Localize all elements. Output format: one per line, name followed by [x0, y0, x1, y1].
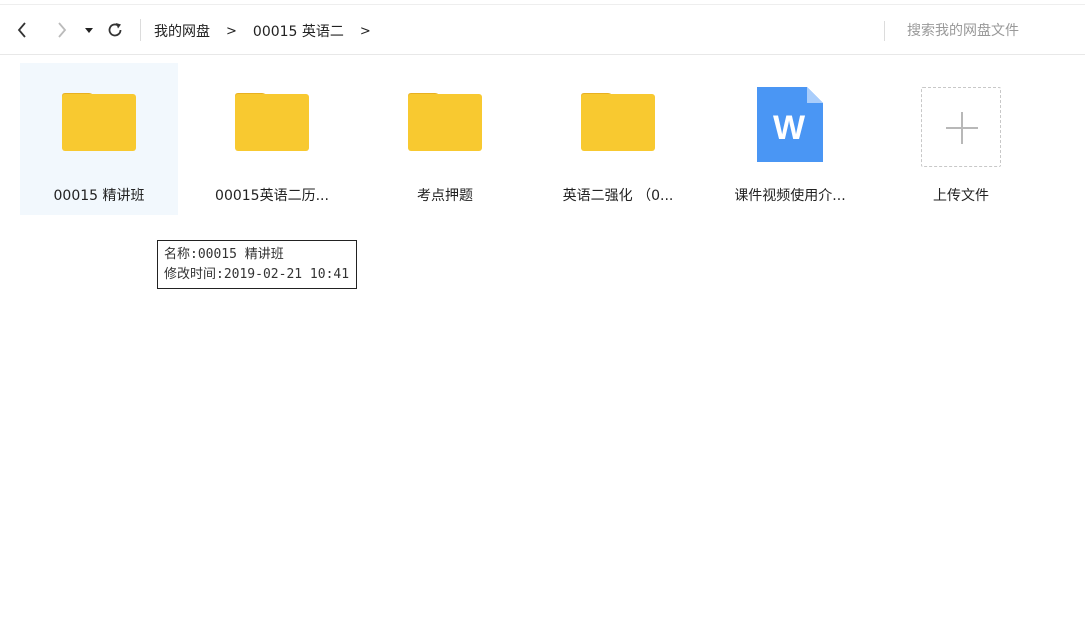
item-tooltip: 名称:00015 精讲班 修改时间:2019-02-21 10:41 — [157, 240, 357, 289]
toolbar: 我的网盘 > 00015 英语二 > — [0, 4, 1085, 55]
item-label: 英语二强化 （0... — [562, 188, 674, 204]
tooltip-modified-time: 修改时间:2019-02-21 10:41 — [164, 267, 350, 282]
plus-icon — [921, 87, 1001, 167]
word-doc-icon: W — [757, 87, 823, 162]
folder-icon-wrap — [193, 87, 351, 163]
item-label: 00015 精讲班 — [53, 188, 145, 204]
upload-file-button[interactable]: 上传文件 — [882, 63, 1040, 215]
grid-item-folder[interactable]: 00015 精讲班 — [20, 63, 178, 215]
breadcrumb-item-root[interactable]: 我的网盘 — [154, 21, 210, 41]
search-divider — [884, 21, 885, 41]
grid-item-word-doc[interactable]: W 课件视频使用介... — [711, 63, 869, 215]
item-label: 考点押题 — [417, 188, 473, 204]
item-label: 课件视频使用介... — [734, 188, 846, 204]
grid-item-folder[interactable]: 考点押题 — [366, 63, 524, 215]
refresh-icon — [108, 23, 122, 37]
search-input[interactable] — [895, 19, 1075, 43]
upload-icon-wrap — [882, 87, 1040, 167]
word-badge: W — [773, 109, 806, 147]
history-dropdown-button[interactable] — [82, 17, 96, 43]
folder-icon-wrap — [539, 87, 697, 163]
folder-icon — [62, 93, 136, 151]
forward-button[interactable] — [50, 17, 74, 43]
grid-item-folder[interactable]: 英语二强化 （0... — [539, 63, 697, 215]
folder-icon — [408, 93, 482, 151]
item-label: 上传文件 — [933, 188, 989, 204]
grid-item-folder[interactable]: 00015英语二历... — [193, 63, 351, 215]
refresh-button[interactable] — [103, 17, 127, 43]
back-button[interactable] — [10, 17, 34, 43]
caret-down-icon — [85, 28, 93, 33]
folder-icon-wrap — [366, 87, 524, 163]
breadcrumb: 我的网盘 > 00015 英语二 > — [154, 20, 387, 42]
folder-icon-wrap — [20, 87, 178, 163]
breadcrumb-separator: > — [359, 23, 371, 39]
folder-icon — [235, 93, 309, 151]
word-icon-wrap: W — [711, 87, 869, 163]
breadcrumb-item-current[interactable]: 00015 英语二 — [253, 21, 344, 41]
folder-icon — [581, 93, 655, 151]
chevron-left-icon — [17, 22, 26, 38]
toolbar-divider — [140, 19, 141, 41]
tooltip-name: 名称:00015 精讲班 — [164, 247, 284, 262]
breadcrumb-separator: > — [226, 23, 237, 39]
chevron-right-icon — [58, 22, 67, 38]
item-label: 00015英语二历... — [215, 188, 329, 204]
